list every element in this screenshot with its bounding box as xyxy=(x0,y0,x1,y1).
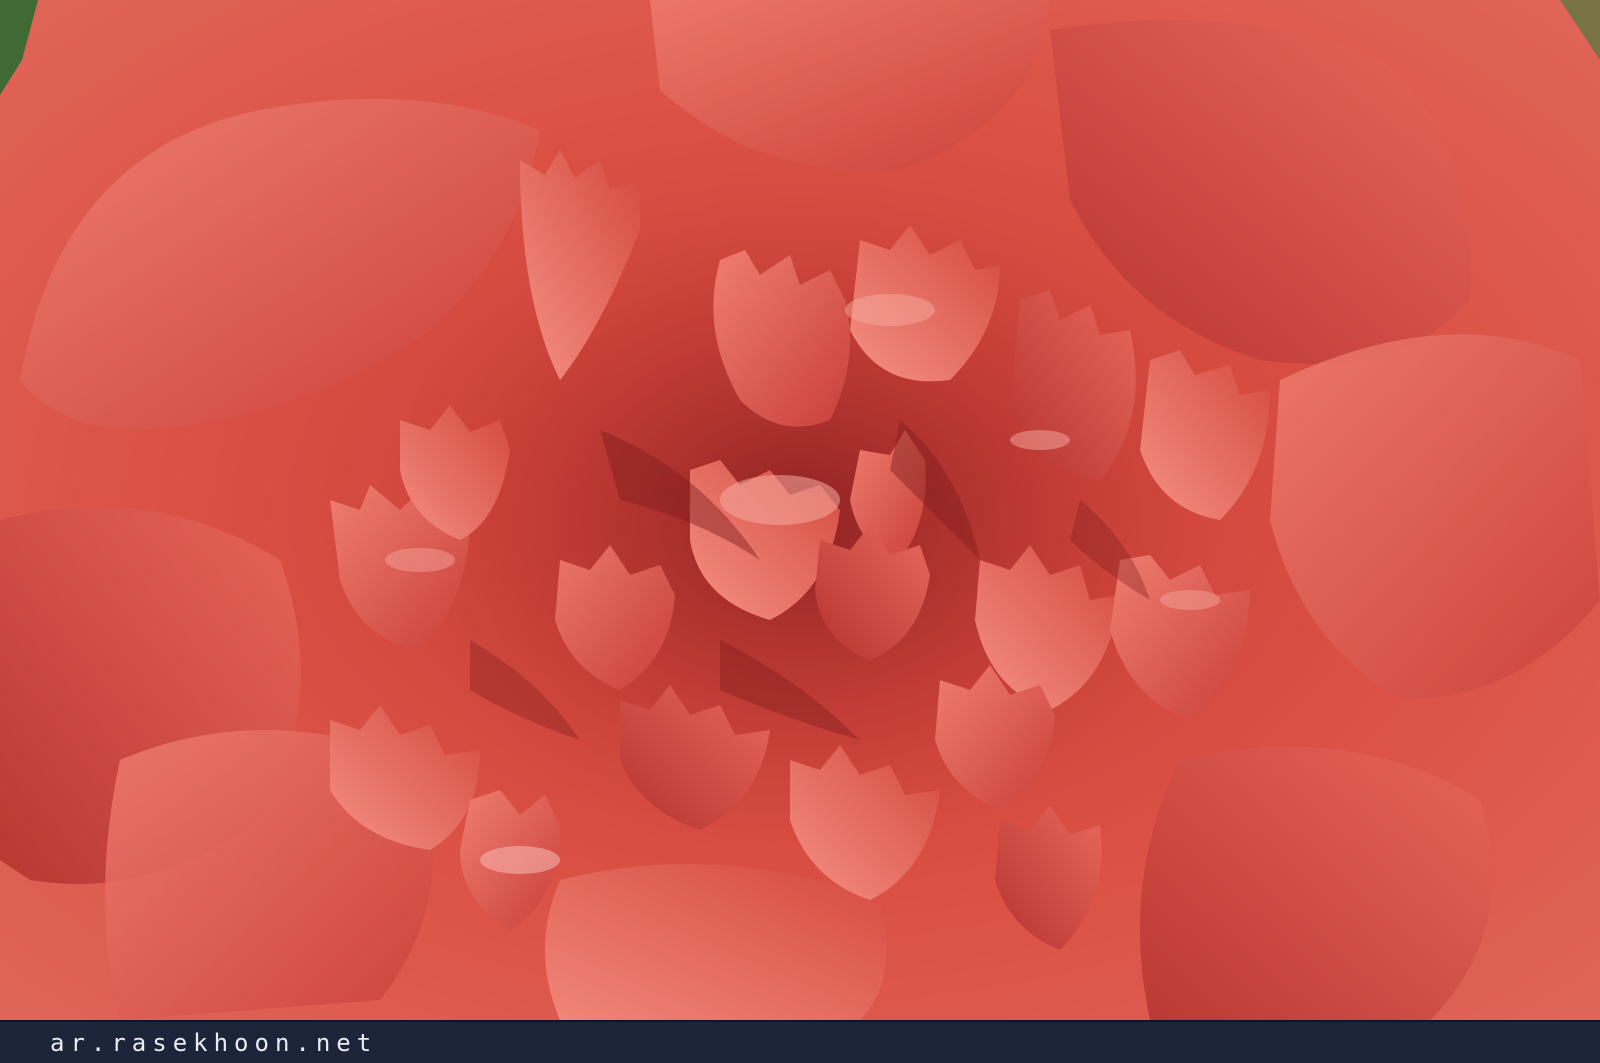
watermark-text: ar.rasekhoon.net xyxy=(50,1029,378,1057)
petal-highlight xyxy=(385,548,455,572)
image-frame: ar.rasekhoon.net xyxy=(0,0,1600,1063)
petal-highlight xyxy=(1010,430,1070,450)
carnation-photo xyxy=(0,0,1600,1020)
petal-highlight xyxy=(720,475,840,525)
petal-highlight xyxy=(1160,590,1220,610)
outer-petal xyxy=(1140,746,1493,1020)
petal-highlight xyxy=(480,846,560,874)
petal-highlight xyxy=(845,294,935,326)
carnation-flower-illustration xyxy=(0,0,1600,1020)
watermark-bar: ar.rasekhoon.net xyxy=(0,1020,1600,1063)
outer-petal xyxy=(545,864,887,1020)
